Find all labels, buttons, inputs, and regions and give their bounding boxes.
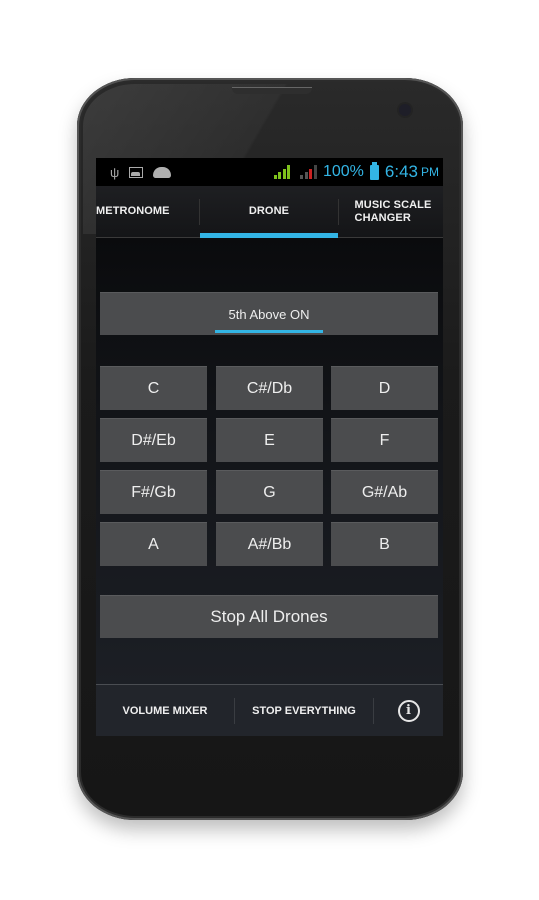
clock-ampm: PM (421, 165, 439, 179)
note-button-e[interactable]: E (216, 418, 323, 462)
tab-music-scale-changer[interactable]: MUSIC SCALE CHANGER (339, 186, 443, 237)
note-button-g-sharp[interactable]: G#/Ab (331, 470, 438, 514)
note-button-c-sharp[interactable]: C#/Db (216, 366, 323, 410)
stop-everything-label: STOP EVERYTHING (252, 704, 356, 717)
fifth-above-toggle[interactable]: 5th Above ON (100, 292, 438, 335)
stop-all-drones-label: Stop All Drones (210, 607, 328, 626)
note-label: G#/Ab (361, 483, 408, 501)
note-button-f-sharp[interactable]: F#/Gb (100, 470, 207, 514)
screen: ψ 100% 6:43 PM METRONOME DRONE MUSIC SCA… (96, 158, 443, 736)
tab-drone[interactable]: DRONE (200, 186, 338, 238)
note-label: A (148, 535, 159, 553)
note-label: F (379, 431, 390, 449)
stop-all-drones-button[interactable]: Stop All Drones (100, 595, 438, 638)
note-button-g[interactable]: G (216, 470, 323, 514)
info-button[interactable]: i (374, 699, 443, 722)
note-label: A#/Bb (247, 535, 292, 553)
tab-label: DRONE (248, 205, 290, 217)
cell-signal-icon (300, 165, 317, 179)
note-label: D#/Eb (131, 431, 176, 449)
drone-panel: 5th Above ON C C#/Db D D#/Eb E F F#/Gb G… (96, 238, 443, 684)
info-icon: i (397, 699, 420, 722)
usb-icon: ψ (110, 164, 120, 180)
tab-bar: METRONOME DRONE MUSIC SCALE CHANGER (96, 186, 443, 238)
battery-icon (369, 161, 379, 180)
wifi-signal-icon (273, 165, 291, 179)
note-label: C#/Db (246, 379, 293, 397)
tab-label: METRONOME (96, 205, 170, 217)
volume-mixer-label: VOLUME MIXER (122, 704, 208, 717)
note-label: D (378, 379, 391, 397)
stop-everything-button[interactable]: STOP EVERYTHING (235, 705, 373, 717)
bottom-action-bar: VOLUME MIXER STOP EVERYTHING i (96, 684, 443, 736)
image-icon (129, 166, 144, 178)
tab-label: MUSIC SCALE CHANGER (354, 198, 432, 224)
volume-mixer-button[interactable]: VOLUME MIXER (96, 705, 234, 717)
note-label: B (379, 535, 390, 553)
note-label: E (264, 431, 275, 449)
note-button-f[interactable]: F (331, 418, 438, 462)
battery-percent: 100% (322, 163, 364, 180)
toggle-on-indicator (215, 330, 323, 333)
note-button-c[interactable]: C (100, 366, 207, 410)
earpiece-speaker (232, 87, 312, 94)
note-label: C (147, 379, 160, 397)
clock-time: 6:43 (384, 162, 418, 181)
note-label: G (263, 483, 276, 501)
android-icon (153, 166, 172, 178)
status-bar: ψ 100% 6:43 PM (96, 158, 443, 186)
note-button-b[interactable]: B (331, 522, 438, 566)
note-button-a[interactable]: A (100, 522, 207, 566)
toggle-label: 5th Above ON (228, 306, 310, 322)
note-button-d[interactable]: D (331, 366, 438, 410)
note-button-d-sharp[interactable]: D#/Eb (100, 418, 207, 462)
front-camera (399, 104, 411, 116)
note-label: F#/Gb (131, 483, 176, 501)
note-button-a-sharp[interactable]: A#/Bb (216, 522, 323, 566)
tab-metronome[interactable]: METRONOME (96, 186, 199, 237)
